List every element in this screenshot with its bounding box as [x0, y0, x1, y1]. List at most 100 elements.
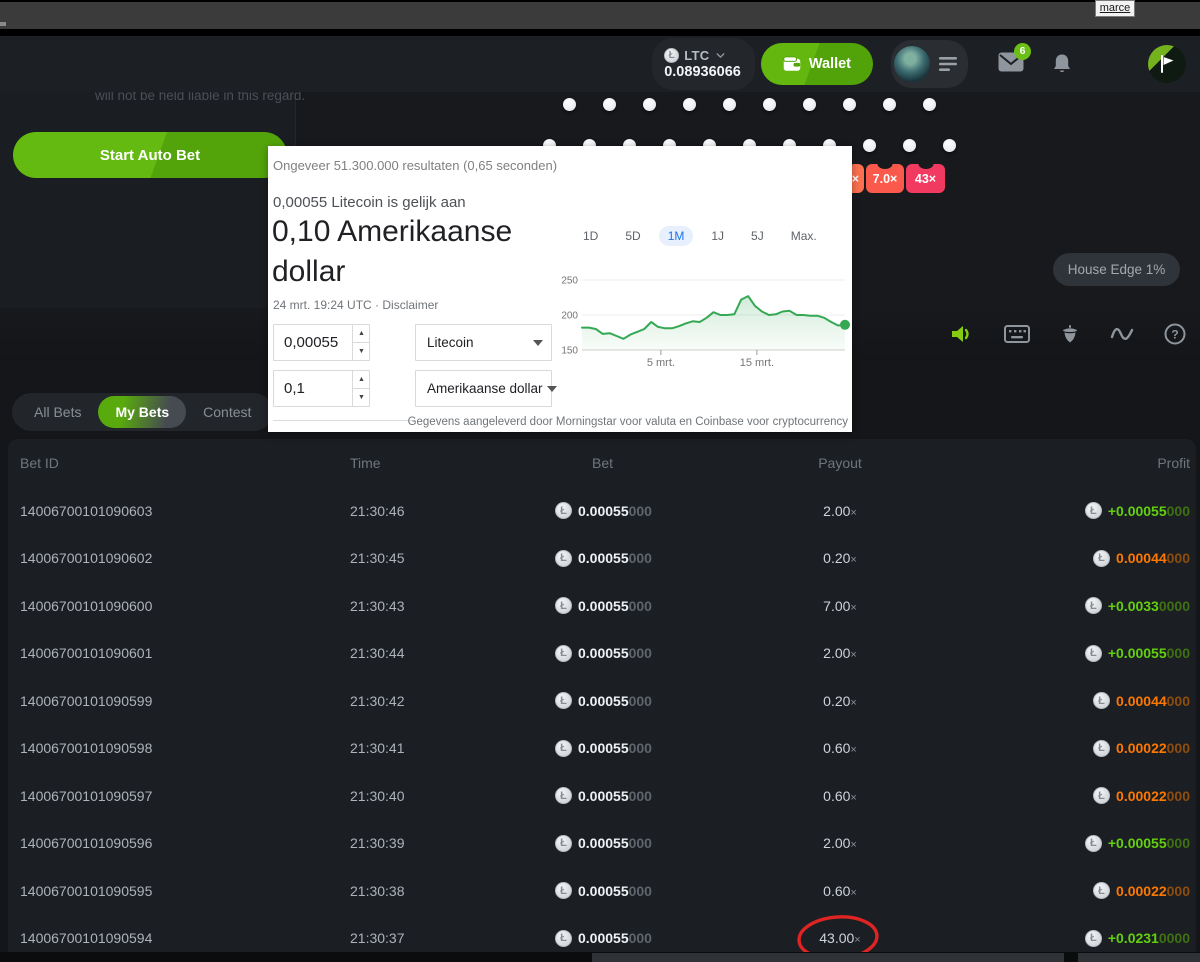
- table-row[interactable]: 14006700101090595 21:30:38 Ł 0.00055000 …: [20, 867, 1190, 915]
- payout-multiplier: 0.60×: [755, 788, 925, 804]
- table-row[interactable]: 14006700101090598 21:30:41 Ł 0.00055000 …: [20, 725, 1190, 773]
- currency-selector[interactable]: Ł LTC 0.08936066: [652, 38, 755, 90]
- find-highlight[interactable]: marce: [1095, 0, 1135, 17]
- bet-amount-main: 0.00055: [578, 598, 629, 614]
- profit-main: +0.0033: [1108, 598, 1159, 614]
- tab-my-bets[interactable]: My Bets: [98, 396, 186, 428]
- ltc-coin-icon: Ł: [555, 597, 572, 614]
- bet-amount: Ł 0.00055000: [555, 787, 755, 804]
- avatar[interactable]: [894, 46, 930, 82]
- bet-time: 21:30:42: [350, 693, 555, 709]
- range-max[interactable]: Max.: [791, 229, 817, 243]
- payout-value: 43.00: [819, 930, 854, 946]
- seed-icon[interactable]: [1060, 323, 1080, 345]
- currency-code: LTC: [684, 48, 709, 63]
- payout-value: 0.20: [823, 550, 850, 566]
- profit-amount: Ł +0.00055000: [925, 835, 1190, 852]
- table-row[interactable]: 14006700101090597 21:30:40 Ł 0.00055000 …: [20, 772, 1190, 820]
- range-5j[interactable]: 5J: [751, 229, 764, 243]
- range-1d[interactable]: 1D: [583, 229, 598, 243]
- bet-amount: Ł 0.00055000: [555, 597, 755, 614]
- payout-value: 0.60: [823, 883, 850, 899]
- table-row[interactable]: 14006700101090596 21:30:39 Ł 0.00055000 …: [20, 820, 1190, 868]
- range-1j[interactable]: 1J: [711, 229, 724, 243]
- bet-amount: Ł 0.00055000: [555, 692, 755, 709]
- wallet-icon: [783, 56, 801, 72]
- payout-x: ×: [850, 649, 856, 661]
- table-row[interactable]: 14006700101090601 21:30:44 Ł 0.00055000 …: [20, 630, 1190, 678]
- chevron-down-icon: [714, 49, 727, 62]
- caret-down-icon: [547, 386, 557, 392]
- profit-amount: Ł 0.00044000: [925, 692, 1190, 709]
- scrollbar-thumb[interactable]: [592, 953, 1064, 962]
- table-row[interactable]: 14006700101090602 21:30:45 Ł 0.00055000 …: [20, 535, 1190, 583]
- payout-x: ×: [850, 792, 856, 804]
- payout-x: ×: [850, 744, 856, 756]
- to-amount-stepper[interactable]: ▲▼: [352, 371, 370, 406]
- bet-id: 14006700101090601: [20, 645, 350, 661]
- range-1m[interactable]: 1M: [659, 226, 694, 246]
- payout-x: ×: [850, 697, 856, 709]
- scrollbar-thumb[interactable]: [1078, 953, 1200, 962]
- payout-value: 0.20: [823, 693, 850, 709]
- tab-all-bets[interactable]: All Bets: [17, 396, 98, 428]
- bet-id: 14006700101090602: [20, 550, 350, 566]
- table-row[interactable]: 14006700101090600 21:30:43 Ł 0.00055000 …: [20, 582, 1190, 630]
- messages-badge: 6: [1014, 43, 1031, 60]
- from-amount-stepper[interactable]: ▲▼: [352, 325, 370, 360]
- stats-icon[interactable]: [1110, 324, 1134, 344]
- profit-amount: Ł 0.00022000: [925, 882, 1190, 899]
- profit-zeros: 000: [1167, 835, 1190, 851]
- profit-zeros: 000: [1167, 645, 1190, 661]
- payout-value: 2.00: [823, 503, 850, 519]
- bet-id: 14006700101090597: [20, 788, 350, 804]
- price-chart: 2502001505 mrt.15 mrt.: [558, 264, 850, 376]
- table-row[interactable]: 14006700101090603 21:30:46 Ł 0.00055000 …: [20, 487, 1190, 535]
- data-attribution: Gegevens aangeleverd door Morningstar vo…: [408, 416, 848, 428]
- bet-time: 21:30:39: [350, 835, 555, 851]
- payout-multiplier: 7.00×: [755, 598, 925, 614]
- ltc-coin-icon: Ł: [1085, 930, 1102, 947]
- browser-toolbar: [0, 2, 1200, 29]
- speaker-icon[interactable]: [950, 323, 974, 345]
- payout-x: ×: [850, 554, 856, 566]
- bet-amount: Ł 0.00055000: [555, 502, 755, 519]
- help-icon[interactable]: ?: [1164, 323, 1186, 345]
- profit-main: +0.00055: [1108, 645, 1167, 661]
- messages-button[interactable]: 6: [998, 52, 1024, 77]
- profile-menu[interactable]: [891, 40, 968, 88]
- wallet-button[interactable]: Wallet: [761, 43, 873, 85]
- tab-contest[interactable]: Contest: [186, 396, 268, 428]
- chart-range-tabs: 1D 5D 1M 1J 5J Max.: [583, 229, 817, 243]
- site-logo[interactable]: [1148, 45, 1186, 83]
- start-auto-bet-button[interactable]: Start Auto Bet: [13, 132, 287, 178]
- svg-text:250: 250: [561, 276, 578, 287]
- bets-tabs: All BetsMy BetsContest: [12, 393, 273, 431]
- bet-id: 14006700101090596: [20, 835, 350, 851]
- horizontal-scrollbar[interactable]: [0, 952, 1200, 962]
- payout-x: ×: [850, 839, 856, 851]
- bet-amount-main: 0.00055: [578, 835, 629, 851]
- bet-time: 21:30:41: [350, 740, 555, 756]
- keyboard-icon[interactable]: [1004, 324, 1030, 344]
- bet-amount-main: 0.00055: [578, 693, 629, 709]
- payout-value: 0.60: [823, 740, 850, 756]
- bet-amount-zeros: 000: [629, 645, 652, 661]
- bet-time: 21:30:43: [350, 598, 555, 614]
- profit-main: +0.00055: [1108, 835, 1167, 851]
- svg-text:200: 200: [561, 311, 578, 322]
- table-row[interactable]: 14006700101090599 21:30:42 Ł 0.00055000 …: [20, 677, 1190, 725]
- bet-id: 14006700101090603: [20, 503, 350, 519]
- ltc-coin-icon: Ł: [555, 787, 572, 804]
- range-5d[interactable]: 5D: [625, 229, 640, 243]
- svg-text:15 mrt.: 15 mrt.: [740, 357, 774, 369]
- house-edge-pill: House Edge 1%: [1053, 253, 1180, 286]
- notifications-button[interactable]: [1052, 53, 1072, 75]
- search-results-count: Ongeveer 51.300.000 resultaten (0,65 sec…: [273, 158, 557, 173]
- from-currency-select[interactable]: Litecoin: [415, 324, 552, 361]
- bell-icon: [1052, 53, 1072, 75]
- bet-amount-zeros: 000: [629, 598, 652, 614]
- profit-amount: Ł +0.00055000: [925, 502, 1190, 519]
- to-currency-select[interactable]: Amerikaanse dollar: [415, 370, 552, 407]
- menu-icon[interactable]: [938, 56, 958, 72]
